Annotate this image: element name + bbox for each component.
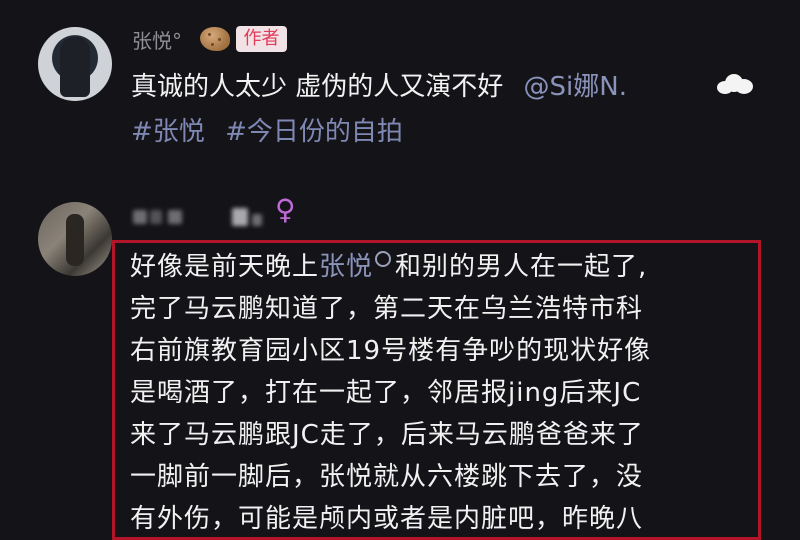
hashtag-list: #张悦 #今日份的自拍 (131, 111, 403, 148)
comment-line: 是喝酒了，打在一起了，邻居报jing后来JC (130, 378, 642, 408)
post-body: 真诚的人太少 虚伪的人又演不好 (131, 72, 504, 102)
comment-text: 和别的男人在一起了, (395, 252, 648, 282)
cloud-emoji-icon (717, 72, 753, 94)
hashtag-link[interactable]: #张悦 (131, 117, 205, 147)
comment-line: 来了马云鹏跟JC走了，后来马云鹏爸爸来了 (130, 420, 644, 450)
comment-line: 好像是前天晚上张悦 和别的男人在一起了, (130, 246, 647, 283)
author-badge: 作者 (236, 26, 287, 52)
comment-line: 右前旗教育园小区19号楼有争吵的现状好像 (130, 336, 652, 366)
avatar-figure (66, 214, 84, 266)
author-avatar[interactable] (38, 27, 112, 101)
search-icon (375, 251, 392, 267)
mention-link[interactable]: 张悦 (319, 252, 373, 282)
blurred-char (232, 208, 248, 226)
avatar-figure (60, 37, 90, 97)
blurred-char (133, 210, 147, 224)
potato-emoji-icon (200, 27, 230, 51)
post-text: 真诚的人太少 虚伪的人又演不好 @Si娜N. (131, 66, 627, 103)
blurred-char (168, 210, 182, 224)
author-name[interactable]: 张悦° (132, 25, 182, 54)
mention-link[interactable]: @Si娜N. (524, 72, 627, 102)
blurred-char (252, 214, 262, 226)
comment-text: 好像是前天晚上 (130, 252, 320, 282)
blurred-char (150, 210, 162, 224)
comment-line: 一脚前一脚后，张悦就从六楼跳下去了，没 (130, 462, 644, 492)
female-icon: ♀ (275, 193, 296, 226)
commenter-avatar[interactable] (38, 202, 112, 276)
comment-line: 完了马云鹏知道了，第二天在乌兰浩特市科 (130, 294, 644, 324)
comment-line: 有外伤，可能是颅内或者是内脏吧，昨晚八 (130, 504, 644, 534)
hashtag-link[interactable]: #今日份的自拍 (225, 117, 403, 147)
